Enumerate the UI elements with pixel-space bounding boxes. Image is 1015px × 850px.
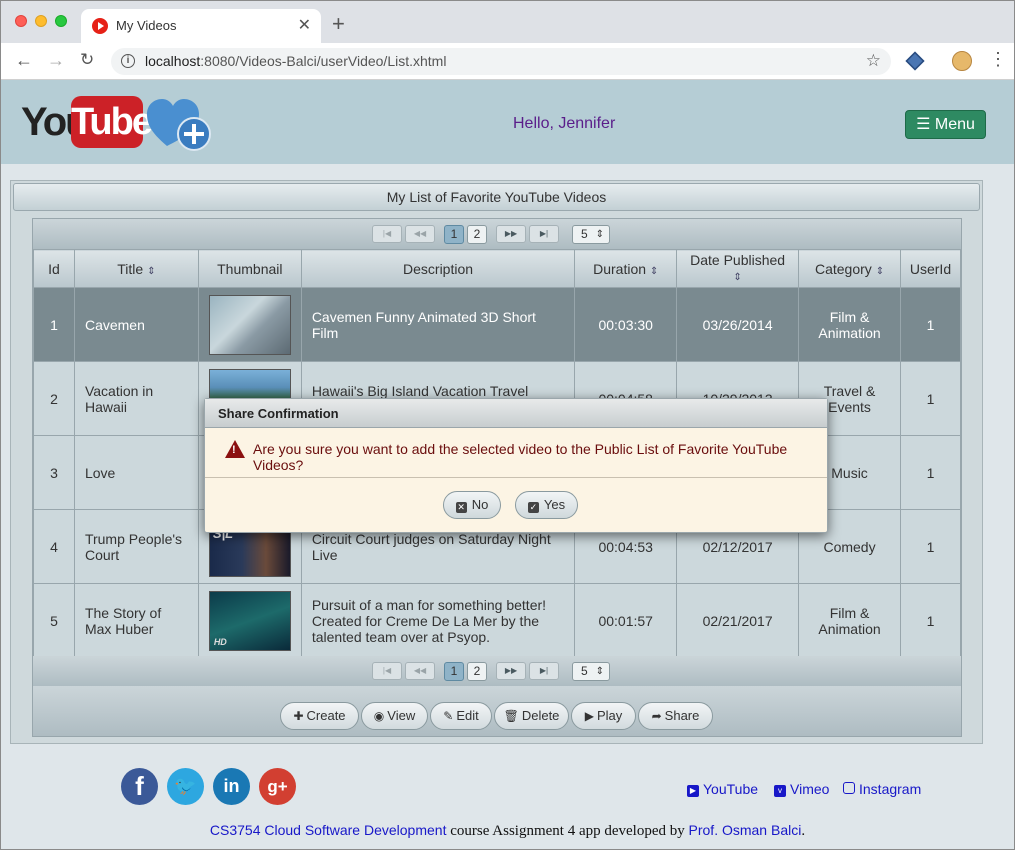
url-text[interactable]: localhost:8080/Videos-Balci/userVideo/Li…	[145, 53, 446, 69]
dialog-message: Are you sure you want to add the selecte…	[253, 441, 788, 473]
browser-menu-icon[interactable]: ⋮	[989, 49, 1007, 70]
bookmark-star-icon[interactable]: ☆	[866, 51, 881, 71]
rows-per-page-select[interactable]: 5	[572, 225, 610, 244]
edit-button[interactable]: ✎ Edit	[430, 702, 492, 730]
table-row[interactable]: 1 Cavemen Cavemen Funny Animated 3D Shor…	[33, 287, 961, 362]
new-tab-icon[interactable]: +	[332, 11, 345, 37]
reload-icon[interactable]: ↻	[80, 50, 94, 70]
maximize-window-button[interactable]	[55, 15, 67, 27]
facebook-icon[interactable]: f	[121, 768, 158, 805]
youtube-icon: ▶	[687, 785, 699, 797]
footer-link-youtube[interactable]: ▶ YouTube	[687, 781, 758, 797]
info-icon[interactable]: i	[121, 54, 135, 68]
view-button[interactable]: ◉ View	[361, 702, 428, 730]
course-link[interactable]: CS3754 Cloud Software Development	[210, 822, 447, 838]
footer-link-instagram[interactable]: Instagram	[843, 781, 921, 797]
paginator-bottom: |◀ ◀◀ 1 2 ▶▶ ▶| 5	[33, 656, 961, 686]
page-1-button[interactable]: 1	[444, 662, 464, 681]
column-header-thumbnail: Thumbnail	[197, 249, 302, 288]
greeting-text: Hello, Jennifer	[513, 115, 616, 132]
back-icon[interactable]: ←	[15, 50, 33, 71]
share-confirmation-dialog: Share Confirmation ! Are you sure you wa…	[204, 398, 828, 533]
dialog-title: Share Confirmation	[205, 399, 827, 428]
youtube-favicon-icon	[92, 18, 108, 34]
no-button[interactable]: ✕ No	[443, 491, 501, 519]
hamburger-icon: ☰	[916, 116, 931, 133]
instagram-icon	[843, 782, 855, 794]
close-window-button[interactable]	[15, 15, 27, 27]
google-plus-icon[interactable]: g+	[259, 768, 296, 805]
linkedin-icon[interactable]: in	[213, 768, 250, 805]
twitter-icon[interactable]: 🐦	[167, 768, 204, 805]
play-icon: ▶	[584, 709, 594, 723]
delete-button[interactable]: 🗑 Delete	[494, 702, 569, 730]
eye-icon: ◉	[373, 709, 385, 723]
column-header-duration[interactable]: Duration ⇕	[574, 249, 678, 288]
sort-icon: ⇕	[733, 271, 742, 283]
yes-button[interactable]: ✓ Yes	[515, 491, 578, 519]
check-icon: ✓	[527, 502, 539, 513]
column-header-category[interactable]: Category ⇕	[798, 249, 901, 288]
share-button[interactable]: ➦ Share	[638, 702, 713, 730]
plus-icon: ✚	[293, 709, 304, 723]
sort-icon: ⇕	[875, 265, 885, 277]
column-header-title[interactable]: Title ⇕	[73, 249, 199, 288]
action-toolbar: ✚ Create ◉ View ✎ Edit 🗑 Delete ▶ Play ➦ Share	[33, 686, 961, 736]
heart-plus-icon	[147, 99, 211, 151]
trash-icon: 🗑	[503, 709, 519, 723]
profile-avatar[interactable]	[952, 51, 972, 71]
tab-title: My Videos	[116, 18, 177, 33]
table-row[interactable]: 5 The Story of Max Huber HD Pursuit of a…	[33, 583, 961, 658]
video-thumbnail	[208, 294, 291, 355]
vimeo-icon: v	[774, 785, 786, 797]
app-header: You Tube Hello, Jennifer ☰ Menu	[1, 80, 1014, 164]
column-header-userid: UserId	[900, 249, 961, 288]
extension-icon[interactable]	[905, 51, 925, 71]
footer-link-vimeo[interactable]: v Vimeo	[774, 781, 829, 797]
column-header-description: Description	[300, 249, 576, 288]
panel-title: My List of Favorite YouTube Videos	[13, 183, 980, 211]
play-button[interactable]: ▶ Play	[571, 702, 636, 730]
page-1-button[interactable]: 1	[444, 225, 464, 244]
video-thumbnail: HD	[208, 590, 291, 651]
edit-icon: ✎	[443, 709, 454, 723]
footer-credit: CS3754 Cloud Software Development course…	[209, 822, 806, 839]
next-page-icon[interactable]: ▶▶	[496, 225, 526, 243]
next-page-icon[interactable]: ▶▶	[496, 662, 526, 680]
author-link[interactable]: Prof. Osman Balci	[689, 822, 802, 838]
dialog-divider	[205, 477, 827, 478]
first-page-icon[interactable]: |◀	[372, 662, 402, 680]
forward-icon[interactable]: →	[47, 50, 65, 71]
sort-icon: ⇕	[147, 265, 156, 277]
sort-icon: ⇕	[649, 265, 659, 277]
tab-strip: My Videos ✕ +	[1, 1, 1014, 43]
column-header-date-published[interactable]: Date Published ⇕	[676, 249, 800, 288]
last-page-icon[interactable]: ▶|	[529, 662, 559, 680]
share-icon: ➦	[651, 709, 662, 723]
minimize-window-button[interactable]	[35, 15, 47, 27]
address-bar: ← → ↻ i localhost:8080/Videos-Balci/user…	[1, 43, 1014, 80]
page-2-button[interactable]: 2	[467, 225, 487, 244]
page-2-button[interactable]: 2	[467, 662, 487, 681]
column-header-id: Id	[33, 249, 75, 288]
prev-page-icon[interactable]: ◀◀	[405, 225, 435, 243]
rows-per-page-select[interactable]: 5	[572, 662, 610, 681]
x-icon: ✕	[455, 502, 467, 513]
last-page-icon[interactable]: ▶|	[529, 225, 559, 243]
browser-window: My Videos ✕ + ← → ↻ i localhost:8080/Vid…	[0, 0, 1015, 850]
youtube-logo: You Tube	[21, 96, 153, 150]
first-page-icon[interactable]: |◀	[372, 225, 402, 243]
browser-tab[interactable]: My Videos ✕	[81, 9, 321, 43]
url-field[interactable]: i localhost:8080/Videos-Balci/userVideo/…	[111, 48, 891, 75]
menu-button[interactable]: ☰ Menu	[905, 110, 986, 139]
prev-page-icon[interactable]: ◀◀	[405, 662, 435, 680]
create-button[interactable]: ✚ Create	[280, 702, 359, 730]
paginator-top: |◀ ◀◀ 1 2 ▶▶ ▶| 5	[33, 219, 961, 249]
close-tab-icon[interactable]: ✕	[298, 15, 311, 35]
